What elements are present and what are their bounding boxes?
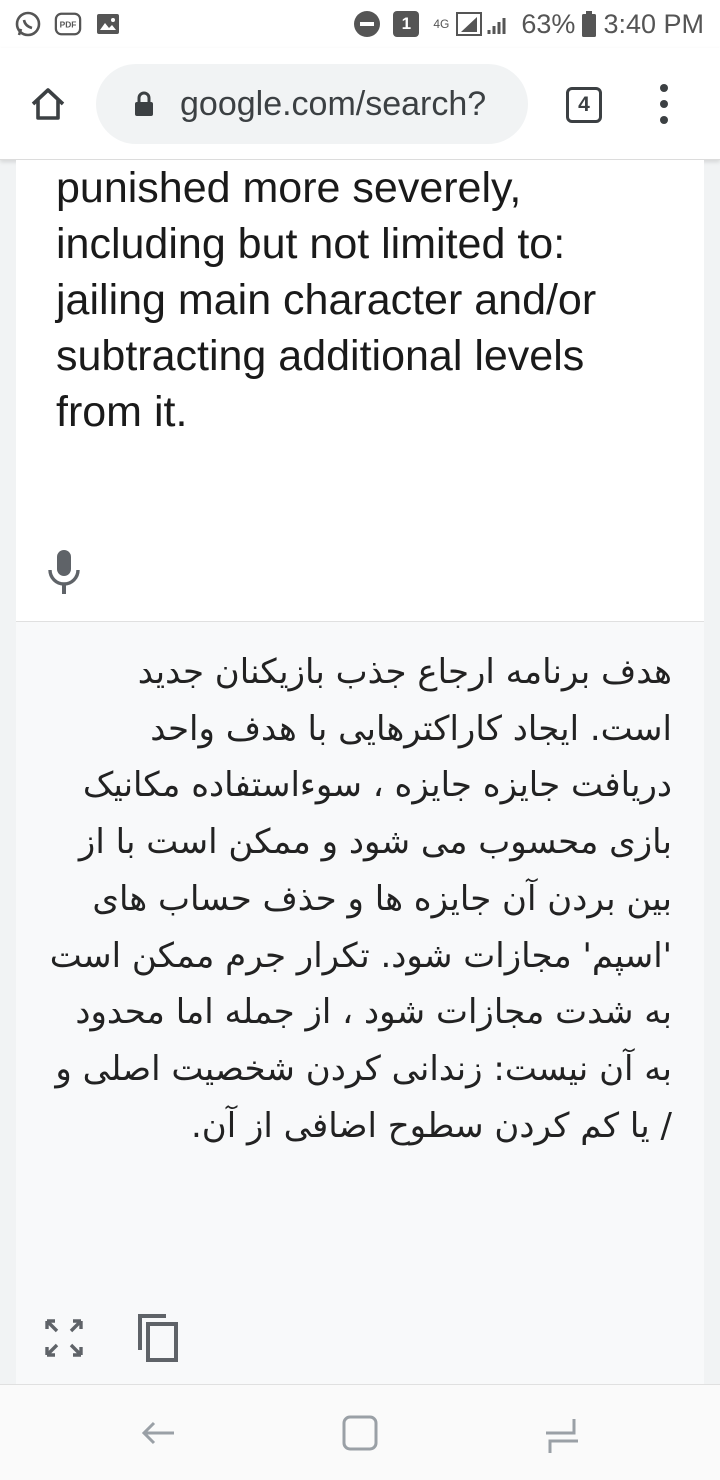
mic-button[interactable]: [44, 548, 84, 596]
battery-icon: [581, 10, 597, 38]
pdf-icon: PDF: [54, 10, 82, 38]
status-bar: PDF 1 4G 63% 3:40 PM: [0, 0, 720, 48]
menu-dot-icon: [660, 116, 668, 124]
url-text[interactable]: google.com/search?: [180, 85, 486, 124]
network-type-label: 4G: [433, 17, 450, 31]
omnibox[interactable]: google.com/search?: [96, 64, 528, 144]
status-right: 1 4G 63% 3:40 PM: [353, 9, 704, 40]
menu-dot-icon: [660, 100, 668, 108]
home-nav-button[interactable]: [340, 1413, 380, 1453]
whatsapp-icon: [14, 10, 42, 38]
lock-icon: [135, 91, 153, 116]
home-button[interactable]: [18, 74, 78, 134]
back-arrow-icon: [141, 1421, 174, 1445]
browser-toolbar: google.com/search? 4: [0, 48, 720, 160]
system-nav-bar: [0, 1384, 720, 1480]
translate-card: punished more severely, including but no…: [16, 160, 704, 1384]
copy-icon: [138, 1314, 178, 1362]
notification-count-badge: 1: [393, 11, 420, 37]
recents-icon: [546, 1419, 578, 1453]
back-button[interactable]: [138, 1413, 178, 1453]
recents-button[interactable]: [542, 1413, 582, 1453]
translated-text[interactable]: هدف برنامه ارجاع جذب بازیکنان جدید است. …: [46, 644, 672, 1154]
status-left: PDF: [14, 10, 122, 38]
source-text[interactable]: punished more severely, including but no…: [56, 160, 656, 440]
copy-button[interactable]: [136, 1312, 180, 1364]
fullscreen-button[interactable]: [44, 1318, 84, 1358]
svg-text:PDF: PDF: [60, 20, 77, 30]
home-icon: [31, 88, 65, 120]
signal-icon: [455, 10, 515, 38]
battery-percent: 63%: [521, 8, 576, 39]
tab-switcher-button[interactable]: 4: [566, 87, 602, 123]
overflow-menu-button[interactable]: [646, 78, 682, 130]
gallery-icon: [94, 10, 122, 38]
home-square-icon: [342, 1415, 378, 1451]
clock: 3:40 PM: [603, 8, 704, 39]
target-panel: هدف برنامه ارجاع جذب بازیکنان جدید است. …: [16, 622, 704, 1384]
do-not-disturb-icon: [353, 10, 381, 38]
menu-dot-icon: [660, 84, 668, 92]
source-panel: punished more severely, including but no…: [16, 160, 704, 622]
expand-icon: [45, 1319, 83, 1357]
microphone-icon: [48, 550, 80, 594]
